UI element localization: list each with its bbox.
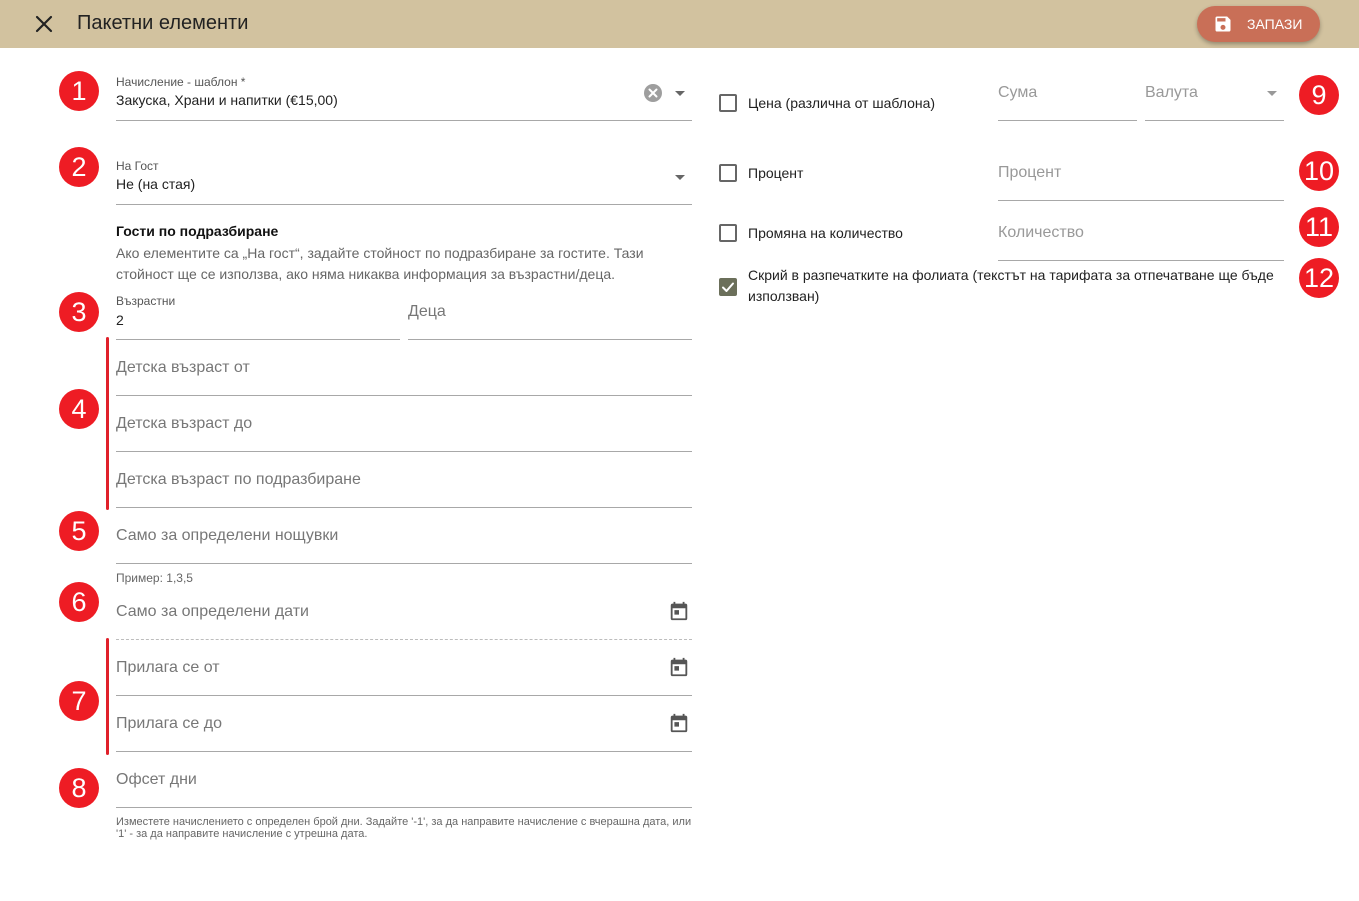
quantity-placeholder: Количество	[998, 224, 1084, 241]
badge-10: 10	[1299, 151, 1339, 191]
check-icon	[722, 282, 734, 292]
child-age-to-input[interactable]: Детска възраст до	[116, 402, 692, 452]
offset-days-input[interactable]: Офсет дни	[116, 758, 692, 808]
adults-input[interactable]: Възрастни 2	[116, 290, 400, 340]
specific-nights-hint: Пример: 1,3,5	[116, 571, 193, 585]
badge-9: 9	[1299, 75, 1339, 115]
caret-down-icon[interactable]	[1267, 91, 1277, 96]
specific-nights-placeholder: Само за определени нощувки	[116, 527, 339, 544]
badge-7: 7	[59, 681, 99, 721]
child-age-from-input[interactable]: Детска възраст от	[116, 346, 692, 396]
badge-6: 6	[59, 582, 99, 622]
adults-label: Възрастни	[116, 294, 176, 308]
child-age-from-placeholder: Детска възраст от	[116, 359, 250, 376]
floppy-disk-icon	[1215, 16, 1231, 32]
children-input[interactable]: Деца	[408, 290, 692, 340]
default-guests-description: Ако елементите са „На гост“, задайте сто…	[116, 245, 644, 282]
hide-print-label: Скрий в разпечатките на фолиата (текстът…	[748, 267, 1274, 304]
caret-down-icon[interactable]	[675, 175, 685, 180]
applies-to-input[interactable]: Прилага се до	[116, 702, 692, 752]
offset-days-hint: Изместете начислението с определен брой …	[116, 816, 692, 840]
badge-5: 5	[59, 511, 99, 551]
applies-from-input[interactable]: Прилага се от	[116, 646, 692, 696]
badge-12: 12	[1299, 258, 1339, 298]
currency-select[interactable]: Валута	[1145, 70, 1284, 121]
badge-4: 4	[59, 389, 99, 429]
badge-1: 1	[59, 71, 99, 111]
badge-8: 8	[59, 768, 99, 808]
badge-11: 11	[1299, 207, 1339, 247]
save-button[interactable]: ЗАПАЗИ	[1197, 6, 1320, 42]
top-bar: Пакетни елементи ЗАПАЗИ	[0, 0, 1359, 48]
charge-template-label: Начисление - шаблон *	[116, 75, 246, 89]
per-guest-label: На Гост	[116, 159, 159, 173]
caret-down-icon[interactable]	[675, 91, 685, 96]
badge-3: 3	[59, 292, 99, 332]
percent-label: Процент	[748, 165, 804, 181]
charge-template-select[interactable]: Начисление - шаблон * Закуска, Храни и н…	[116, 70, 692, 121]
child-age-default-input[interactable]: Детска възраст по подразбиране	[116, 458, 692, 508]
clear-circle-icon[interactable]	[643, 83, 663, 103]
group-bracket-4	[106, 337, 109, 510]
close-button[interactable]	[30, 10, 58, 38]
price-checkbox[interactable]	[719, 94, 737, 112]
quantity-label: Промяна на количество	[748, 225, 903, 241]
close-icon	[35, 15, 53, 33]
page-title: Пакетни елементи	[77, 12, 249, 34]
group-bracket-7	[106, 638, 109, 755]
child-age-default-placeholder: Детска възраст по подразбиране	[116, 471, 361, 488]
specific-dates-placeholder: Само за определени дати	[116, 603, 309, 620]
calendar-icon[interactable]	[668, 600, 690, 622]
offset-days-placeholder: Офсет дни	[116, 771, 197, 788]
specific-dates-input[interactable]: Само за определени дати	[116, 590, 692, 640]
badge-2: 2	[59, 147, 99, 187]
hide-print-checkbox[interactable]	[719, 278, 737, 296]
child-age-to-placeholder: Детска възраст до	[116, 415, 253, 432]
calendar-icon[interactable]	[668, 656, 690, 678]
save-button-label: ЗАПАЗИ	[1247, 16, 1303, 32]
adults-value: 2	[116, 312, 124, 328]
currency-placeholder: Валута	[1145, 84, 1198, 101]
applies-from-placeholder: Прилага се от	[116, 659, 220, 676]
amount-input[interactable]: Сума	[998, 70, 1137, 121]
calendar-icon[interactable]	[668, 712, 690, 734]
applies-to-placeholder: Прилага се до	[116, 715, 222, 732]
quantity-checkbox[interactable]	[719, 224, 737, 242]
price-label: Цена (различна от шаблона)	[748, 95, 936, 111]
percent-checkbox[interactable]	[719, 164, 737, 182]
per-guest-value: Не (на стая)	[116, 176, 196, 192]
default-guests-title: Гости по подразбиране	[116, 223, 279, 239]
quantity-input[interactable]: Количество	[998, 210, 1284, 261]
percent-placeholder: Процент	[998, 164, 1062, 181]
per-guest-select[interactable]: На Гост Не (на стая)	[116, 154, 692, 205]
children-placeholder: Деца	[408, 303, 446, 320]
percent-input[interactable]: Процент	[998, 150, 1284, 201]
specific-nights-input[interactable]: Само за определени нощувки	[116, 514, 692, 564]
amount-placeholder: Сума	[998, 84, 1038, 101]
charge-template-value: Закуска, Храни и напитки (€15,00)	[116, 92, 338, 108]
